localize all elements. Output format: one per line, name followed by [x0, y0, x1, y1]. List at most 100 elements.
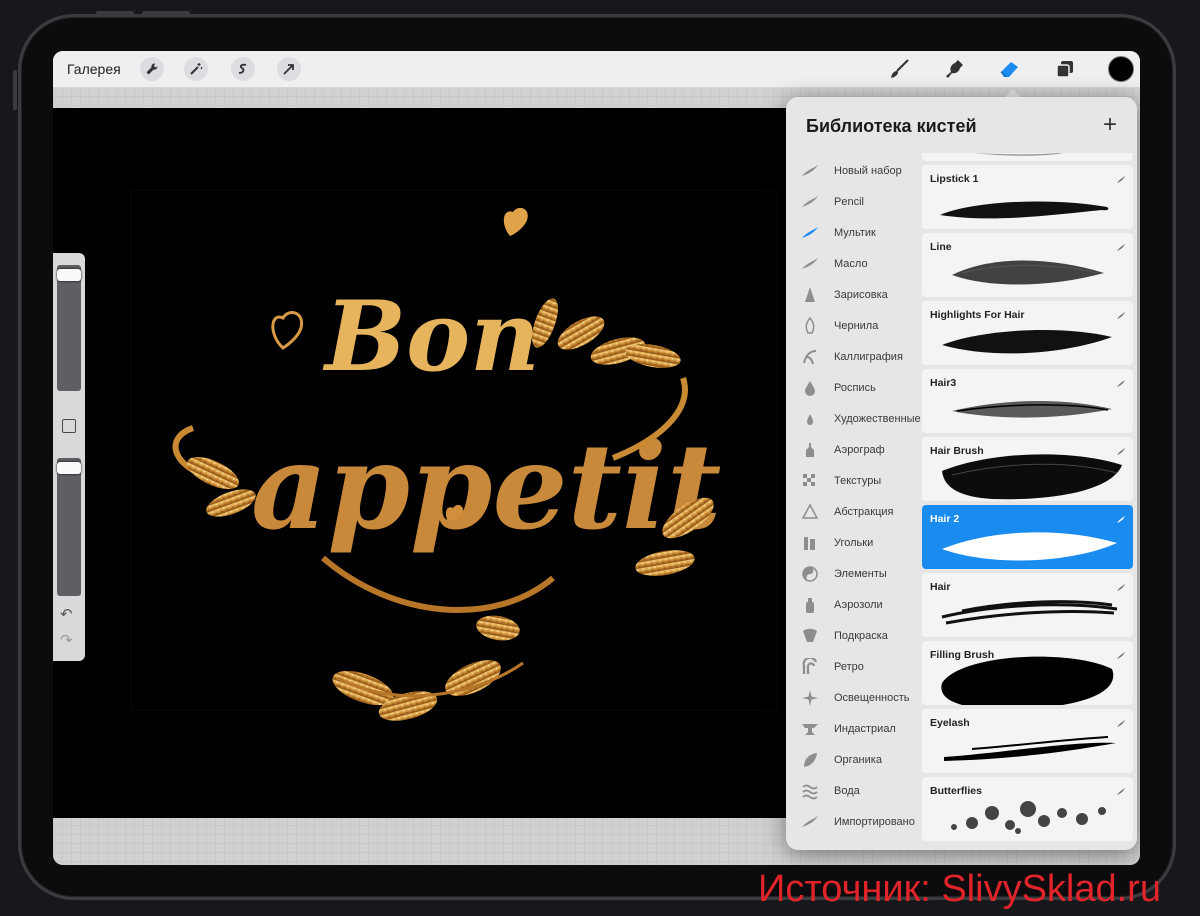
drawing-canvas[interactable]: Bon appetit — [53, 108, 789, 818]
brush-size-knob[interactable] — [57, 269, 81, 281]
brush-stroke-preview — [941, 600, 1118, 625]
brush-name: Highlights For Hair — [930, 309, 1025, 321]
brush-stroke-icon — [1116, 172, 1126, 190]
brush-set-item[interactable]: Угольки — [786, 527, 920, 558]
brush-set-list[interactable]: Новый набор Pencil Мультик Масло Зарисовка Че… — [786, 155, 921, 850]
brush-item[interactable]: Eyelash — [922, 709, 1133, 773]
small-drop-icon — [800, 409, 820, 429]
brush-set-item[interactable]: Новый набор — [786, 155, 920, 186]
brush-set-item[interactable]: Органика — [786, 744, 920, 775]
brush-item[interactable]: Hair 2 — [922, 505, 1133, 569]
brush-set-item[interactable]: Ретро — [786, 651, 920, 682]
spray-can-icon — [800, 595, 820, 615]
brush-set-label: Pencil — [834, 195, 864, 208]
brush-set-item[interactable]: Абстракция — [786, 496, 920, 527]
brush-stroke-icon — [1116, 376, 1126, 394]
brush-stroke-icon — [1116, 580, 1126, 598]
brush-set-item[interactable]: Текстуры — [786, 465, 920, 496]
brush-icon[interactable] — [887, 56, 913, 82]
brush-set-item[interactable]: Импортировано — [786, 806, 920, 837]
smudge-icon[interactable] — [942, 56, 968, 82]
brush-set-item[interactable]: Pencil — [786, 186, 920, 217]
waves-icon — [800, 781, 820, 801]
brush-stroke-icon — [800, 161, 820, 181]
brush-item[interactable]: Highlights For Hair — [922, 301, 1133, 365]
brush-set-item[interactable]: Элементы — [786, 558, 920, 589]
brush-set-item[interactable]: Художественные — [786, 403, 921, 434]
brush-set-item[interactable]: Чернила — [786, 310, 920, 341]
color-picker-button[interactable] — [1108, 56, 1134, 82]
yin-yang-icon — [800, 564, 820, 584]
brush-list[interactable]: Lipstick 1 Line Highlights For Hair Hair3 Ha… — [921, 153, 1134, 850]
brush-set-item[interactable]: Подкраска — [786, 620, 920, 651]
retro-icon — [800, 657, 820, 677]
brush-set-label: Роспись — [834, 381, 876, 394]
brush-set-item[interactable]: Освещенность — [786, 682, 920, 713]
eraser-icon[interactable] — [997, 56, 1023, 82]
redo-icon[interactable]: ↷ — [60, 631, 73, 649]
brush-item[interactable]: Filling Brush — [922, 641, 1133, 705]
modify-button[interactable] — [62, 419, 76, 433]
brush-size-slider[interactable] — [57, 265, 81, 391]
brush-set-label: Зарисовка — [834, 288, 888, 301]
charcoal-icon — [800, 533, 820, 553]
brush-set-item[interactable]: Каллиграфия — [786, 341, 920, 372]
brush-item[interactable]: Hair Brush — [922, 437, 1133, 501]
brush-set-label: Аэрозоли — [834, 598, 883, 611]
add-brush-set-button[interactable]: + — [1103, 111, 1117, 139]
triangle-icon — [800, 502, 820, 522]
magic-wand-icon[interactable] — [184, 57, 208, 81]
brush-item[interactable]: Hair — [922, 573, 1133, 637]
brush-set-label: Новый набор — [834, 164, 902, 177]
wrench-icon[interactable] — [140, 57, 164, 81]
brush-item[interactable]: Lipstick 1 — [922, 165, 1133, 229]
leaf-icon — [800, 750, 820, 770]
brush-set-label: Каллиграфия — [834, 350, 903, 363]
top-toolbar: Галерея — [53, 51, 1140, 88]
arrow-icon[interactable] — [277, 57, 301, 81]
brush-name: Hair 2 — [930, 513, 960, 525]
undo-icon[interactable]: ↶ — [60, 605, 73, 623]
brush-item[interactable]: Line — [922, 233, 1133, 297]
selection-icon[interactable] — [231, 57, 255, 81]
brush-set-item[interactable]: Аэрограф — [786, 434, 920, 465]
brush-stroke-preview — [951, 801, 1106, 834]
gallery-button[interactable]: Галерея — [67, 61, 121, 77]
layers-icon[interactable] — [1052, 56, 1078, 82]
brush-set-item[interactable]: Аэрозоли — [786, 589, 920, 620]
brush-set-label: Мультик — [834, 226, 876, 239]
brush-set-label: Органика — [834, 753, 882, 766]
brush-set-label: Подкраска — [834, 629, 888, 642]
brush-stroke-icon — [1116, 240, 1126, 258]
brush-set-item[interactable]: Мультик — [786, 217, 920, 248]
brush-item[interactable]: Butterflies — [922, 777, 1133, 841]
brush-set-label: Индастриал — [834, 722, 896, 735]
brush-set-item[interactable]: Зарисовка — [786, 279, 920, 310]
panel-title: Библиотека кистей — [806, 116, 977, 136]
brush-set-item[interactable]: Роспись — [786, 372, 920, 403]
brush-name: Line — [930, 241, 952, 253]
brush-set-label: Элементы — [834, 567, 887, 580]
brush-set-label: Импортировано — [834, 815, 915, 828]
opacity-slider[interactable] — [57, 458, 81, 596]
brush-stroke-icon — [800, 223, 820, 243]
brush-item[interactable]: Hair3 — [922, 369, 1133, 433]
volume-button — [96, 11, 134, 15]
anvil-icon — [800, 719, 820, 739]
checker-icon — [800, 471, 820, 491]
brush-item-partial[interactable] — [922, 153, 1133, 161]
left-sidebar: ↶ ↷ — [53, 253, 85, 661]
brush-set-item[interactable]: Вода — [786, 775, 920, 806]
brush-set-label: Художественные — [834, 412, 921, 425]
brush-stroke-preview — [940, 201, 1109, 219]
lettering-bon: Bon — [322, 280, 540, 393]
brush-set-label: Аэрограф — [834, 443, 885, 456]
brush-set-label: Угольки — [834, 536, 874, 549]
brush-stroke-preview — [952, 400, 1112, 418]
brush-set-item[interactable]: Индастриал — [786, 713, 920, 744]
brush-name: Lipstick 1 — [930, 173, 979, 185]
brush-stroke-icon — [1116, 716, 1126, 734]
paint-drop-icon — [800, 378, 820, 398]
opacity-knob[interactable] — [57, 462, 81, 474]
brush-set-item[interactable]: Масло — [786, 248, 920, 279]
